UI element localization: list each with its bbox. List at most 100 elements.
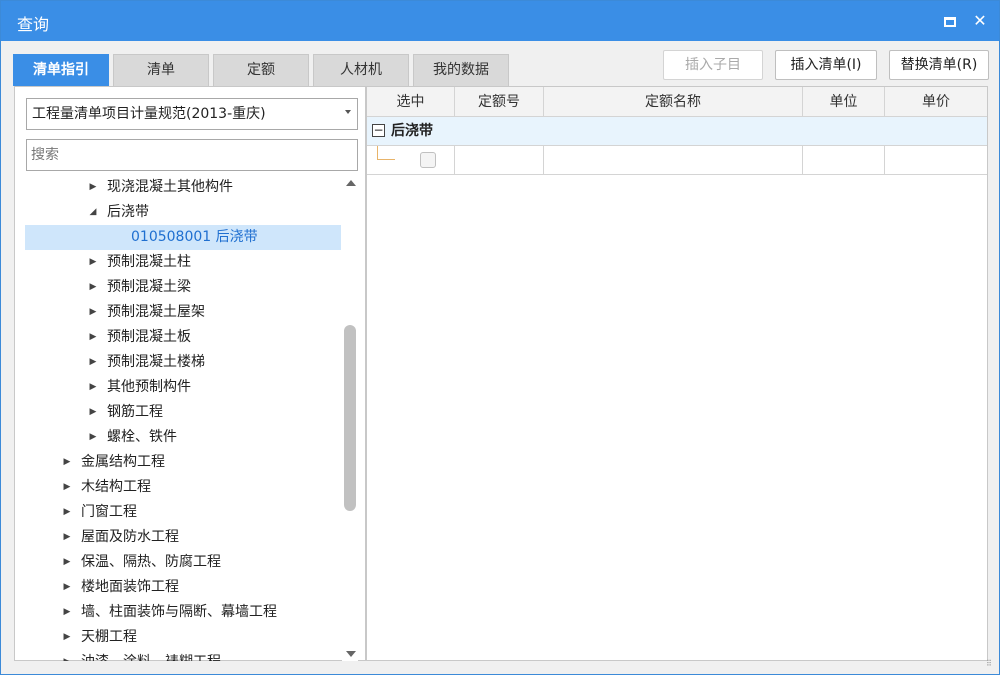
collapsed-arrow-icon[interactable]: ▶ xyxy=(61,450,73,475)
tree-item-label: 010508001 后浇带 xyxy=(131,229,258,245)
resize-grip-icon[interactable]: ⠿ xyxy=(986,660,996,671)
collapsed-arrow-icon[interactable]: ▶ xyxy=(87,425,99,450)
tree-connector xyxy=(377,159,395,160)
title-bar[interactable]: 查询 ✕ xyxy=(1,1,999,41)
tree-item[interactable]: ▶ 墙、柱面装饰与隔断、幕墙工程 xyxy=(25,600,341,625)
left-panel: 工程量清单项目计量规范(2013-重庆) ▶ 现浇混凝土其他构件 ◢ 后浇带 01050… xyxy=(14,86,366,661)
tab-quota[interactable]: 定额 xyxy=(213,54,309,86)
collapsed-arrow-icon[interactable]: ▶ xyxy=(61,525,73,550)
tree-item-label: 预制混凝土楼梯 xyxy=(107,354,205,370)
tree-item[interactable]: ▶ 螺栓、铁件 xyxy=(25,425,341,450)
tree-item-label: 钢筋工程 xyxy=(107,404,163,420)
column-header-quota-code[interactable]: 定额号 xyxy=(455,87,544,117)
tab-labor-material-machine[interactable]: 人材机 xyxy=(313,54,409,86)
tree-item[interactable]: ▶ 屋面及防水工程 xyxy=(25,525,341,550)
collapsed-arrow-icon[interactable]: ▶ xyxy=(87,177,99,200)
spec-select[interactable]: 工程量清单项目计量规范(2013-重庆) xyxy=(26,98,358,130)
tree-scrollbar[interactable] xyxy=(342,177,358,661)
collapsed-arrow-icon[interactable]: ▶ xyxy=(61,625,73,650)
collapsed-arrow-icon[interactable]: ▶ xyxy=(87,400,99,425)
table-row[interactable] xyxy=(367,146,987,175)
column-header-price[interactable]: 单价 xyxy=(885,87,987,117)
tree-item-label: 预制混凝土柱 xyxy=(107,254,191,270)
tree-item[interactable]: ▶ 预制混凝土楼梯 xyxy=(25,350,341,375)
collapsed-arrow-icon[interactable]: ▶ xyxy=(61,650,73,661)
search-input[interactable] xyxy=(26,139,358,171)
maximize-icon[interactable] xyxy=(939,10,961,32)
scroll-down-icon[interactable] xyxy=(346,651,356,657)
collapsed-arrow-icon[interactable]: ▶ xyxy=(87,325,99,350)
tree-item[interactable]: ▶ 金属结构工程 xyxy=(25,450,341,475)
tree-item[interactable]: 010508001 后浇带 xyxy=(25,225,341,250)
column-header-select[interactable]: 选中 xyxy=(367,87,455,117)
collapsed-arrow-icon[interactable]: ▶ xyxy=(87,375,99,400)
tree-item-label: 天棚工程 xyxy=(81,629,137,645)
tree-item[interactable]: ◢ 后浇带 xyxy=(25,200,341,225)
quota-code-cell[interactable] xyxy=(455,146,544,175)
tree-item-label: 预制混凝土板 xyxy=(107,329,191,345)
query-dialog: 查询 ✕ 清单指引 清单 定额 人材机 我的数据 插入子目 插入清单(I) 替换… xyxy=(0,0,1000,675)
scroll-up-icon[interactable] xyxy=(346,180,356,186)
tree-item[interactable]: ▶ 预制混凝土梁 xyxy=(25,275,341,300)
tree-item[interactable]: ▶ 保温、隔热、防腐工程 xyxy=(25,550,341,575)
tree-item-label: 现浇混凝土其他构件 xyxy=(107,179,233,195)
tree-item-label: 油漆、涂料、裱糊工程 xyxy=(81,650,221,661)
price-cell[interactable] xyxy=(885,146,987,175)
tree-item[interactable]: ▶ 预制混凝土屋架 xyxy=(25,300,341,325)
column-header-unit[interactable]: 单位 xyxy=(803,87,885,117)
group-label: 后浇带 xyxy=(391,123,433,139)
scrollbar-thumb[interactable] xyxy=(344,325,356,511)
insert-child-button[interactable]: 插入子目 xyxy=(663,50,763,80)
tab-list-guide[interactable]: 清单指引 xyxy=(13,54,109,86)
collapsed-arrow-icon[interactable]: ▶ xyxy=(87,350,99,375)
spec-select-value: 工程量清单项目计量规范(2013-重庆) xyxy=(32,106,266,122)
tree-item[interactable]: ▶ 油漆、涂料、裱糊工程 xyxy=(25,650,341,661)
expanded-arrow-icon[interactable]: ◢ xyxy=(87,200,99,225)
quota-grid: 选中 定额号 定额名称 单位 单价 − 后浇带 xyxy=(366,86,988,661)
insert-list-button[interactable]: 插入清单(I) xyxy=(775,50,877,80)
tree-item-label: 螺栓、铁件 xyxy=(107,429,177,445)
collapsed-arrow-icon[interactable]: ▶ xyxy=(61,550,73,575)
tree-item[interactable]: ▶ 木结构工程 xyxy=(25,475,341,500)
tree-item[interactable]: ▶ 预制混凝土柱 xyxy=(25,250,341,275)
tree-item[interactable]: ▶ 钢筋工程 xyxy=(25,400,341,425)
tree-item[interactable]: ▶ 现浇混凝土其他构件 xyxy=(25,177,341,200)
tree-item[interactable]: ▶ 预制混凝土板 xyxy=(25,325,341,350)
tree-item-label: 预制混凝土屋架 xyxy=(107,304,205,320)
tab-my-data[interactable]: 我的数据 xyxy=(413,54,509,86)
chevron-down-icon xyxy=(345,110,351,114)
quota-name-cell[interactable] xyxy=(544,146,803,175)
tree-item-label: 木结构工程 xyxy=(81,479,151,495)
tree-item-label: 金属结构工程 xyxy=(81,454,165,470)
collapsed-arrow-icon[interactable]: ▶ xyxy=(87,300,99,325)
tree-item-label: 楼地面装饰工程 xyxy=(81,579,179,595)
tree-item-label: 墙、柱面装饰与隔断、幕墙工程 xyxy=(81,604,277,620)
tree-item[interactable]: ▶ 天棚工程 xyxy=(25,625,341,650)
grid-header: 选中 定额号 定额名称 单位 单价 xyxy=(367,87,987,117)
unit-cell[interactable] xyxy=(803,146,885,175)
tree-item-label: 其他预制构件 xyxy=(107,379,191,395)
tree-item[interactable]: ▶ 楼地面装饰工程 xyxy=(25,575,341,600)
column-header-quota-name[interactable]: 定额名称 xyxy=(544,87,803,117)
tree-connector xyxy=(377,146,378,159)
collapsed-arrow-icon[interactable]: ▶ xyxy=(87,275,99,300)
collapse-icon[interactable]: − xyxy=(372,124,385,137)
list-tree: ▶ 现浇混凝土其他构件 ◢ 后浇带 010508001 后浇带 ▶ 预制混凝土柱 ▶ 预制混凝土… xyxy=(15,177,341,661)
collapsed-arrow-icon[interactable]: ▶ xyxy=(61,575,73,600)
tree-item[interactable]: ▶ 其他预制构件 xyxy=(25,375,341,400)
replace-list-button[interactable]: 替换清单(R) xyxy=(889,50,989,80)
collapsed-arrow-icon[interactable]: ▶ xyxy=(61,600,73,625)
collapsed-arrow-icon[interactable]: ▶ xyxy=(61,475,73,500)
tree-item-label: 保温、隔热、防腐工程 xyxy=(81,554,221,570)
tree-item-label: 屋面及防水工程 xyxy=(81,529,179,545)
tree-item-label: 预制混凝土梁 xyxy=(107,279,191,295)
row-checkbox[interactable] xyxy=(420,152,436,168)
collapsed-arrow-icon[interactable]: ▶ xyxy=(61,500,73,525)
window-title: 查询 xyxy=(17,15,50,34)
collapsed-arrow-icon[interactable]: ▶ xyxy=(87,250,99,275)
close-icon[interactable]: ✕ xyxy=(969,10,991,32)
select-cell[interactable] xyxy=(367,146,455,175)
group-row[interactable]: − 后浇带 xyxy=(367,117,987,146)
tree-item[interactable]: ▶ 门窗工程 xyxy=(25,500,341,525)
tab-list[interactable]: 清单 xyxy=(113,54,209,86)
